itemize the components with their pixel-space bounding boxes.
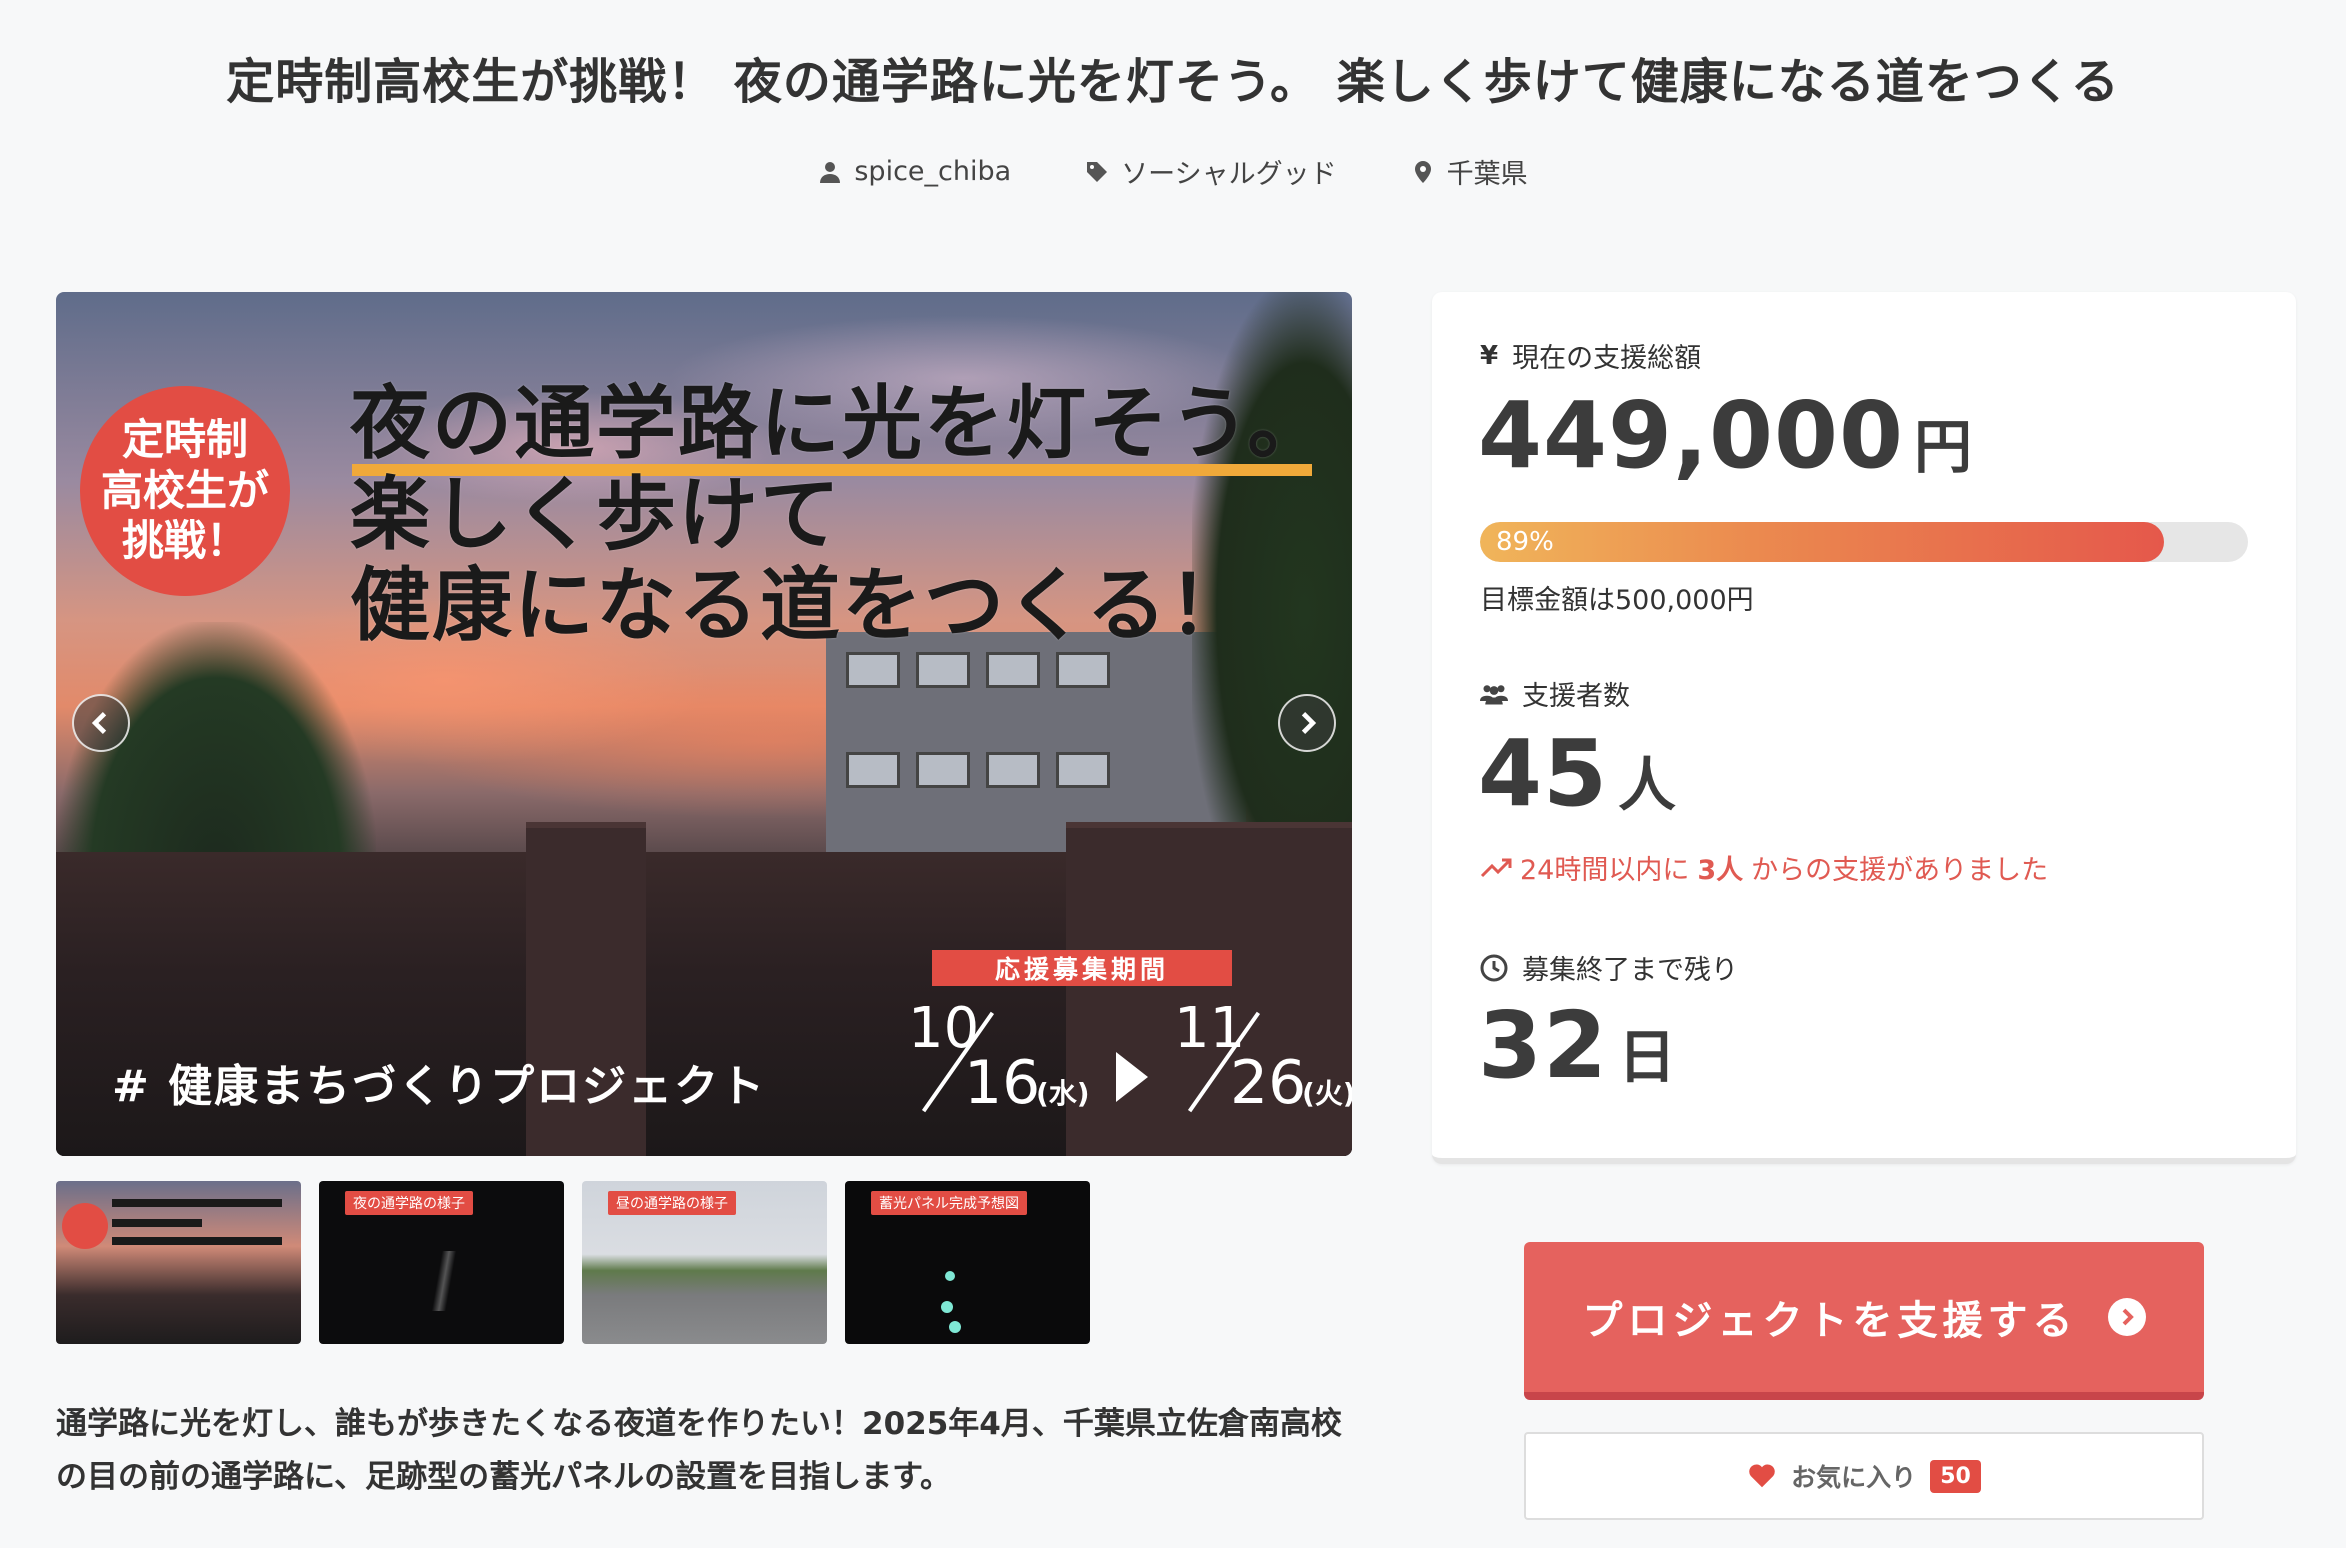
author-link[interactable]: spice_chiba [818,152,1011,191]
favorite-label: お気に入り [1791,1463,1917,1492]
thumbnail-text-line [112,1237,282,1245]
road-line [379,1251,509,1311]
building-window [916,652,970,688]
trending-up-icon [1480,858,1512,877]
supporters-label: 支援者数 [1522,681,1630,712]
building-window [916,752,970,788]
remaining-days: 32 日 [1478,992,1677,1099]
glow-footprint [945,1271,955,1281]
chevron-left-icon [91,712,107,734]
support-button-label: プロジェクトを支援する [1582,1298,2078,1344]
total-value: 449,000 [1478,382,1905,489]
thumbnail-text-line [112,1199,282,1207]
chevron-circle-right-icon [2107,1298,2146,1336]
end-weekday: (火) [1302,1077,1352,1110]
hashtag-text: # 健康まちづくりプロジェクト [112,1061,767,1112]
category-link[interactable]: ソーシャルグッド [1085,152,1337,191]
supporters-label-row: 支援者数 [1480,674,1630,713]
thumbnail-label: 夜の通学路の様子 [345,1191,473,1215]
supporters-count: 45 人 [1478,720,1677,827]
hero-image: 定時制 高校生が 挑戦！ 夜の通学路に光を灯そう。 楽しく歩けて 健康になる道を… [56,292,1352,1156]
thumbnail-badge [62,1203,108,1249]
remaining-label: 募集終了まで残り [1522,955,1738,986]
recent-count: 3人 [1697,855,1744,886]
remaining-value: 32 [1478,992,1609,1099]
favorite-button[interactable]: お気に入り 50 [1524,1432,2204,1520]
glow-footprint [949,1321,961,1333]
thumbnail-2[interactable]: 夜の通学路の様子 [319,1181,564,1344]
goal-text: 目標金額は500,000円 [1480,585,1754,616]
stats-panel: ¥ 現在の支援総額 449,000 円 89% 目標金額は500,000円 支援者… [1432,292,2296,1164]
building-window [1056,752,1110,788]
carousel-prev-button[interactable] [72,694,130,752]
map-pin-icon [1414,160,1431,183]
building-window [986,652,1040,688]
yen-icon: ¥ [1480,340,1499,371]
progress-fill: 89% [1480,522,2164,562]
building-window [1056,652,1110,688]
total-unit: 円 [1914,413,1974,481]
thumbnail-text-line [112,1219,202,1227]
carousel-next-button[interactable] [1278,694,1336,752]
favorite-count-badge: 50 [1930,1459,1981,1493]
remaining-label-row: 募集終了まで残り [1480,948,1738,987]
end-day: 26 [1230,1048,1307,1118]
remaining-unit: 日 [1618,1023,1678,1091]
glow-footprint [941,1301,953,1313]
author-name: spice_chiba [854,156,1012,187]
total-amount: 449,000 円 [1478,382,1973,489]
period-badge: 応援募集期間 [932,950,1232,986]
start-weekday: (水) [1036,1077,1090,1110]
recent-suffix: からの支援がありました [1751,855,2049,886]
location-link[interactable]: 千葉県 [1411,152,1528,191]
heart-icon [1749,1464,1775,1488]
category-name: ソーシャルグッド [1121,159,1337,190]
thumbnail-1[interactable] [56,1181,301,1344]
hero-headline: 夜の通学路に光を灯そう。 楽しく歩けて 健康になる道をつくる！ [350,377,1330,653]
thumbnail-label: 昼の通学路の様子 [608,1191,736,1215]
supporters-value: 45 [1478,720,1609,827]
thumbnail-4[interactable]: 蓄光パネル完成予想図 [845,1181,1090,1344]
recent-prefix: 24時間以内に [1520,855,1690,886]
page-title: 定時制高校生が挑戦！ 夜の通学路に光を灯そう。 楽しく歩けて健康になる道をつくる [226,54,2120,110]
recent-support-notice: 24時間以内に 3人 からの支援がありました [1480,848,2048,887]
thumbnail-label: 蓄光パネル完成予想図 [871,1191,1027,1215]
building-window [846,652,900,688]
start-day: 16 [964,1048,1041,1118]
building-window [846,752,900,788]
supporters-unit: 人 [1618,751,1678,819]
total-label-row: ¥ 現在の支援総額 [1480,336,1701,375]
building-window [986,752,1040,788]
funding-progress-bar: 89% [1480,522,2248,562]
user-icon [820,161,841,183]
location-name: 千葉県 [1446,159,1528,190]
campaign-dates: 10 16 (水) 11 26 (火) [844,992,1352,1132]
tag-icon [1087,161,1108,182]
project-description: 通学路に光を灯し、誰もが歩きたくなる夜道を作りたい！2025年4月、千葉県立佐倉… [56,1406,1342,1495]
challenge-badge: 定時制 高校生が 挑戦！ [80,386,290,596]
project-meta: spice_chiba ソーシャルグッド 千葉県 [0,152,2346,191]
clock-icon [1480,954,1508,981]
support-project-button[interactable]: プロジェクトを支援する [1524,1242,2204,1400]
thumbnail-strip: 夜の通学路の様子 昼の通学路の様子 蓄光パネル完成予想図 [56,1181,1090,1344]
arrow-right-icon [1116,1052,1148,1102]
progress-percent: 89% [1496,527,1554,557]
total-label: 現在の支援総額 [1512,343,1702,374]
chevron-right-icon [1301,712,1317,734]
users-icon [1480,684,1508,704]
thumbnail-3[interactable]: 昼の通学路の様子 [582,1181,827,1344]
